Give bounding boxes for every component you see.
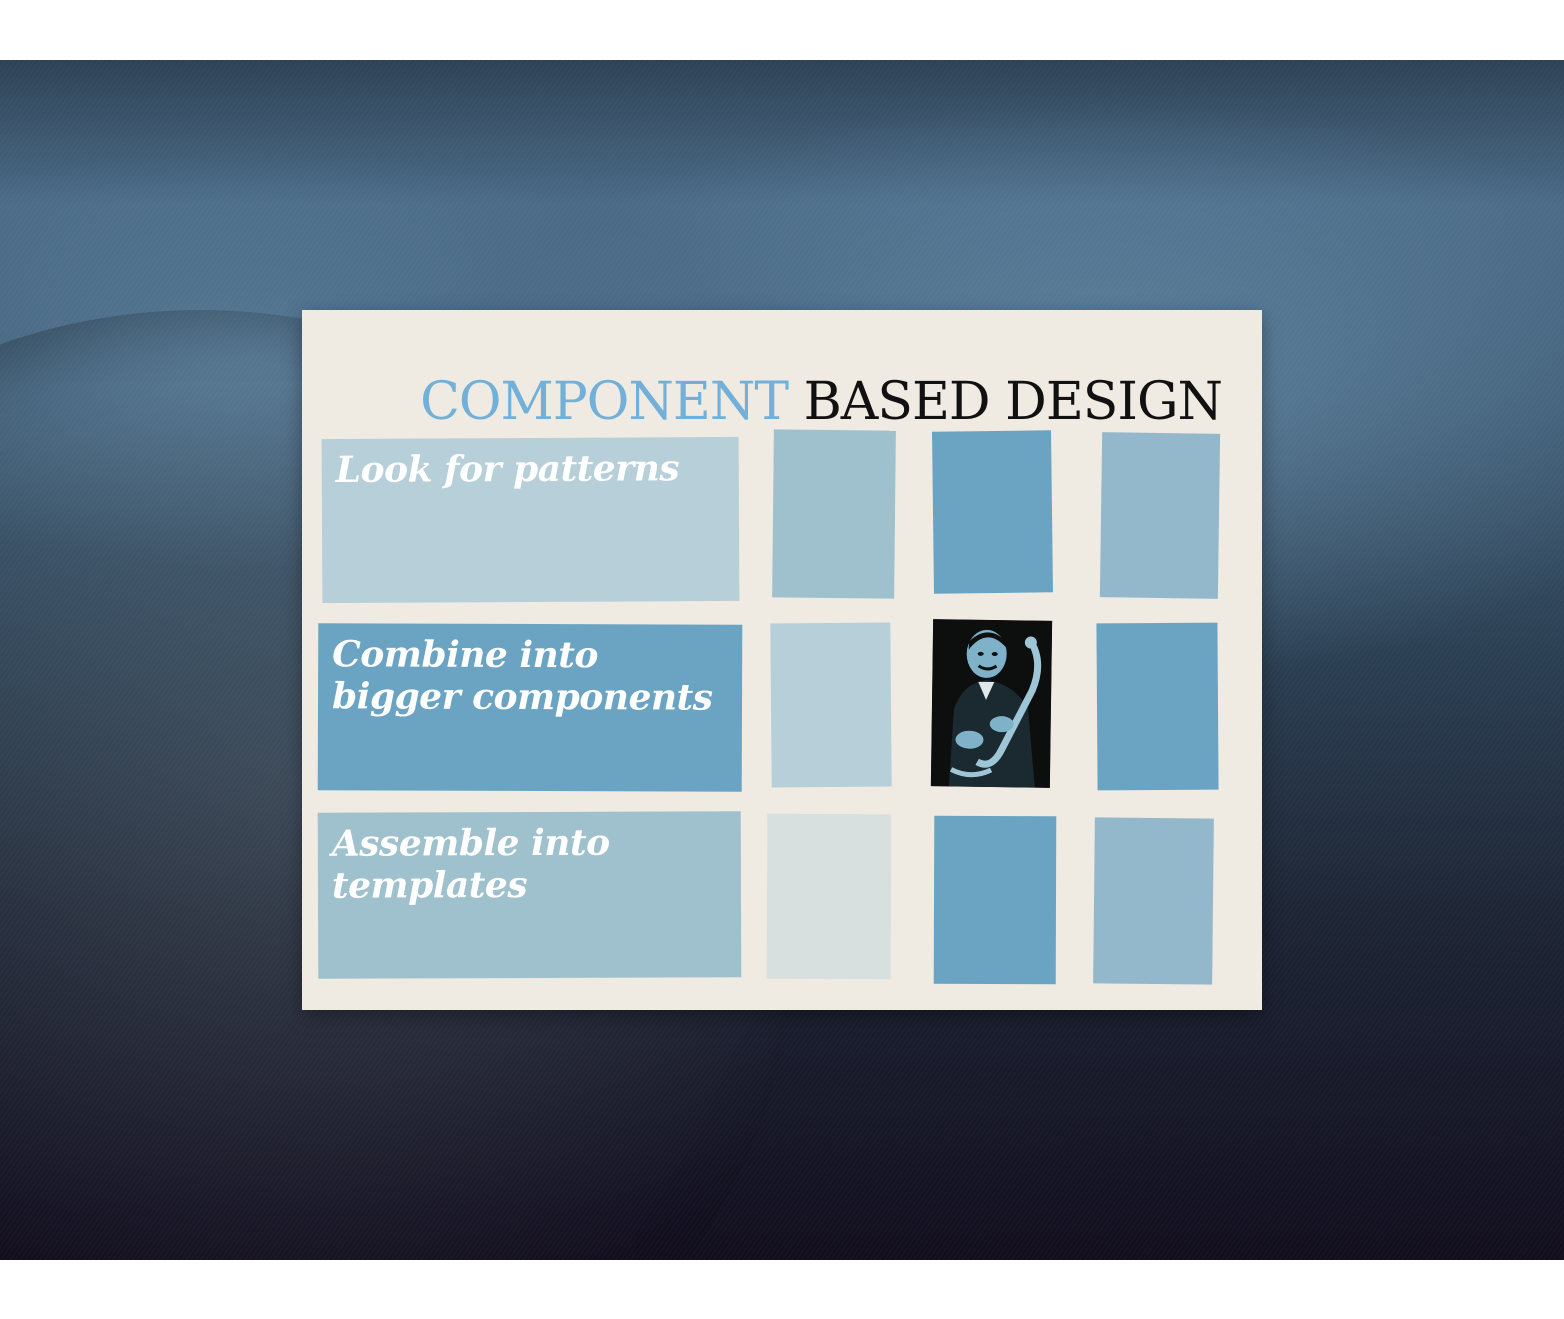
tile <box>1093 817 1214 985</box>
tile <box>933 815 1057 985</box>
tile <box>772 429 896 599</box>
step-label: Look for patterns <box>335 447 680 492</box>
tile <box>1099 432 1221 599</box>
tile <box>932 430 1053 594</box>
slide-card: COMPONENT BASED DESIGN Look for patterns… <box>302 310 1262 1010</box>
title-accent: COMPONENT <box>420 372 789 432</box>
tile <box>766 813 892 980</box>
slide-title: COMPONENT BASED DESIGN <box>420 372 1223 432</box>
step-block-assemble: Assemble into templates <box>317 811 742 979</box>
step-block-combine: Combine into bigger components <box>317 623 743 792</box>
tile <box>1096 622 1219 791</box>
saxophone-player-icon <box>930 619 1053 788</box>
saxophone-player-photo <box>930 619 1053 788</box>
step-label: Combine into bigger components <box>331 633 713 719</box>
title-main: BASED DESIGN <box>803 372 1223 432</box>
tile <box>770 622 892 788</box>
step-label: Assemble into templates <box>331 821 610 907</box>
page: COMPONENT BASED DESIGN Look for patterns… <box>0 0 1564 1319</box>
step-block-look-for-patterns: Look for patterns <box>321 436 740 604</box>
